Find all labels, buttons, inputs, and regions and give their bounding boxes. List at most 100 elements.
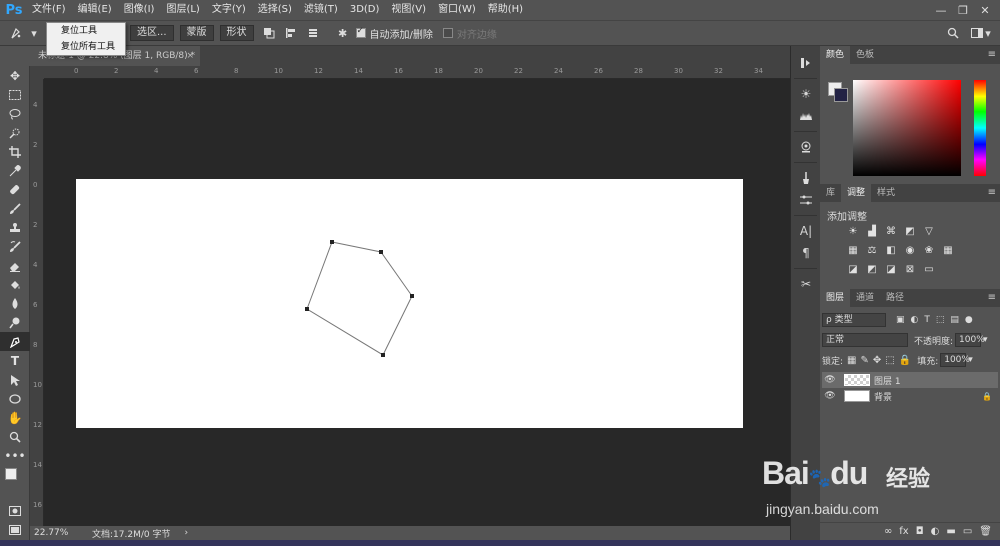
type-tool-icon[interactable]: T — [0, 351, 30, 370]
layer-row[interactable]: 👁 图层 1 — [822, 372, 998, 388]
zoom-tool-icon[interactable] — [0, 427, 30, 446]
close-button[interactable]: ✕ — [974, 4, 996, 17]
menu-filter[interactable]: 滤镜(T) — [298, 0, 344, 20]
fill-chevron-icon[interactable]: ▾ — [968, 355, 973, 365]
filter-toggle-icon[interactable]: ● — [965, 315, 973, 325]
dodge-tool-icon[interactable] — [0, 313, 30, 332]
filter-pixel-icon[interactable]: ▣ — [896, 315, 905, 325]
fill-input[interactable]: 100% — [940, 353, 970, 367]
marquee-tool-icon[interactable] — [0, 85, 30, 104]
menu-file[interactable]: 文件(F) — [26, 0, 72, 20]
curves-adjust-icon[interactable]: ⌘ — [884, 225, 898, 237]
threshold-icon[interactable]: ◪ — [884, 263, 898, 275]
menu-layer[interactable]: 图层(L) — [160, 0, 205, 20]
eraser-tool-icon[interactable] — [0, 256, 30, 275]
shape-button[interactable]: 形状 — [219, 25, 254, 41]
color-balance-icon[interactable]: ⚖ — [865, 244, 879, 256]
photo-filter-icon[interactable]: ◉ — [903, 244, 917, 256]
lock-transparency-icon[interactable]: ▦ — [847, 355, 856, 366]
filter-shape-icon[interactable]: ⬚ — [936, 315, 945, 325]
pen-tool-icon[interactable] — [0, 332, 30, 351]
clone-stamp-tool-icon[interactable] — [0, 218, 30, 237]
layer-row[interactable]: 👁 背景 🔒 — [822, 388, 998, 404]
screen-mode-icon[interactable] — [0, 520, 30, 539]
eyedropper-tool-icon[interactable] — [0, 161, 30, 180]
document-canvas[interactable] — [76, 179, 743, 428]
lock-position-icon[interactable]: ✥ — [873, 355, 881, 366]
tab-styles[interactable]: 样式 — [871, 184, 901, 202]
quick-selection-tool-icon[interactable] — [0, 123, 30, 142]
quick-mask-icon[interactable] — [0, 501, 30, 520]
link-layers-icon[interactable]: ∞ — [884, 526, 892, 537]
color-picker-field[interactable] — [853, 80, 961, 176]
vibrance-adjust-icon[interactable]: ▽ — [922, 225, 936, 237]
posterize-icon[interactable]: ◩ — [865, 263, 879, 275]
paragraph-panel-icon[interactable]: ¶ — [791, 242, 821, 264]
auto-add-delete-checkbox[interactable] — [355, 26, 366, 38]
color-swatches[interactable] — [0, 465, 30, 487]
menu-select[interactable]: 选择(S) — [252, 0, 298, 20]
move-tool-icon[interactable]: ✥ — [0, 66, 30, 85]
healing-brush-tool-icon[interactable] — [0, 180, 30, 199]
tool-presets-icon[interactable] — [791, 167, 821, 189]
menu-edit[interactable]: 编辑(E) — [72, 0, 118, 20]
workspace-chevron-icon[interactable]: ▾ — [984, 24, 992, 42]
path-arrangement-icon[interactable] — [304, 24, 322, 42]
background-swatch[interactable] — [834, 88, 848, 102]
menu-image[interactable]: 图像(I) — [118, 0, 161, 20]
menu-window[interactable]: 窗口(W) — [432, 0, 482, 20]
vertical-ruler[interactable]: 4 2 0 2 4 6 8 10 12 14 16 — [30, 79, 44, 526]
character-panel-icon[interactable]: A| — [791, 220, 821, 242]
lasso-tool-icon[interactable] — [0, 104, 30, 123]
search-icon[interactable] — [944, 24, 962, 42]
tab-layers[interactable]: 图层 — [820, 289, 851, 307]
more-tools-icon[interactable]: ••• — [0, 446, 30, 465]
group-icon[interactable]: ▬ — [946, 526, 955, 537]
history-brush-tool-icon[interactable] — [0, 237, 30, 256]
menu-view[interactable]: 视图(V) — [385, 0, 432, 20]
color-lookup-icon[interactable]: ▦ — [941, 244, 955, 256]
tab-channels[interactable]: 通道 — [850, 289, 880, 307]
hue-saturation-icon[interactable]: ▦ — [846, 244, 860, 256]
reset-all-tools-menu-item[interactable]: 复位所有工具 — [47, 39, 125, 55]
ruler-origin[interactable] — [30, 66, 44, 79]
filter-type-icon[interactable]: T — [924, 315, 930, 325]
path-alignment-icon[interactable] — [282, 24, 300, 42]
horizontal-ruler[interactable]: 0 2 4 6 8 10 12 14 16 18 20 22 24 26 28 30 32 34 — [44, 66, 790, 79]
tab-adjustments[interactable]: 调整 — [841, 184, 872, 202]
path-selection-tool-icon[interactable] — [0, 370, 30, 389]
gradient-map-icon[interactable]: ▭ — [922, 263, 936, 275]
layer-style-icon[interactable]: fx — [899, 526, 908, 537]
lock-pixels-icon[interactable]: ✎ — [861, 355, 869, 366]
chevron-down-icon[interactable]: ▾ — [30, 24, 38, 42]
hue-slider[interactable] — [974, 80, 986, 176]
reset-tool-menu-item[interactable]: 复位工具 — [47, 23, 125, 39]
foreground-color-icon[interactable] — [5, 468, 17, 480]
layer-kind-select[interactable]: ρ 类型 — [822, 313, 886, 327]
make-selection-button[interactable]: 选区... — [130, 25, 174, 41]
ellipse-tool-icon[interactable] — [0, 389, 30, 408]
black-white-icon[interactable]: ◧ — [884, 244, 898, 256]
zoom-level[interactable]: 22.77% — [34, 528, 88, 538]
menu-3d[interactable]: 3D(D) — [344, 0, 386, 20]
gear-icon[interactable]: ✱ — [334, 24, 352, 42]
status-menu-arrow[interactable]: › — [184, 528, 188, 538]
channel-mixer-icon[interactable]: ❀ — [922, 244, 936, 256]
color-panel-menu-icon[interactable]: ≡ — [988, 46, 996, 64]
brush-tool-icon[interactable] — [0, 199, 30, 218]
new-layer-icon[interactable]: ▭ — [963, 526, 972, 537]
adjustment-layer-icon[interactable]: ◐ — [931, 526, 940, 537]
align-edges-checkbox[interactable] — [442, 28, 453, 38]
levels-adjust-icon[interactable]: ▟ — [865, 225, 879, 237]
lock-artboard-icon[interactable]: ⬚ — [885, 355, 894, 366]
layers-panel-menu-icon[interactable]: ≡ — [988, 289, 996, 307]
visibility-eye-icon[interactable]: 👁 — [822, 391, 838, 401]
filter-smart-icon[interactable]: ▤ — [950, 315, 959, 325]
tools-misc-icon[interactable]: ✂ — [791, 273, 821, 295]
history-panel-icon[interactable] — [791, 52, 821, 74]
add-mask-icon[interactable]: ◘ — [916, 526, 924, 537]
filter-adjust-icon[interactable]: ◐ — [911, 315, 919, 325]
menu-help[interactable]: 帮助(H) — [482, 0, 529, 20]
hand-tool-icon[interactable]: ✋ — [0, 408, 30, 427]
tab-libraries[interactable]: 库 — [820, 184, 841, 202]
